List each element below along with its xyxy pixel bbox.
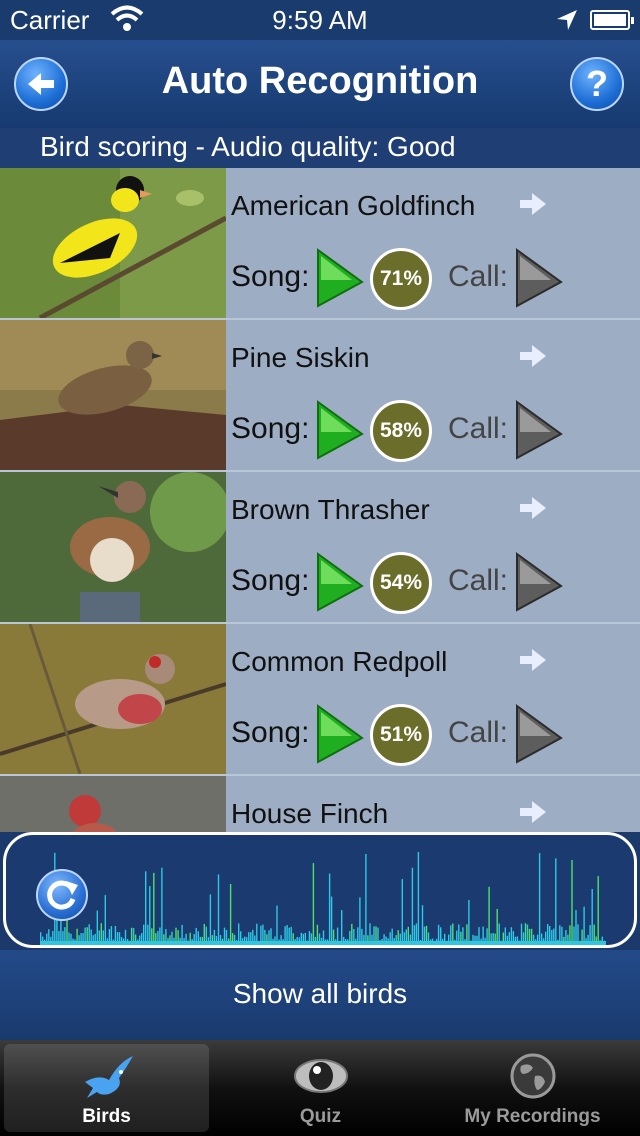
call-label: Call: xyxy=(448,564,509,597)
tab-quiz[interactable]: Quiz xyxy=(218,1044,423,1132)
show-all-birds-button[interactable]: Show all birds xyxy=(0,950,640,1040)
page-title: Auto Recognition xyxy=(161,60,479,102)
detail-arrow-icon[interactable] xyxy=(520,800,546,824)
call-label: Call: xyxy=(448,716,509,749)
tab-label: Quiz xyxy=(299,1106,342,1127)
tab-bar: Birds Quiz My Recordings xyxy=(0,1040,640,1136)
location-arrow-icon xyxy=(557,10,577,30)
play-call-icon[interactable] xyxy=(515,400,563,460)
navigation-bar: Auto Recognition ? xyxy=(0,40,640,129)
play-song-icon[interactable] xyxy=(316,704,364,764)
tab-label: Birds xyxy=(82,1106,131,1127)
bird-list[interactable]: American Goldfinch Song: 71% Call: Pine … xyxy=(0,168,640,832)
tab-my-recordings[interactable]: My Recordings xyxy=(430,1044,635,1132)
call-label: Call: xyxy=(448,260,509,293)
song-label: Song: xyxy=(231,716,310,749)
clock: 9:59 AM xyxy=(272,5,368,35)
list-item[interactable]: Common Redpoll Song: 51% Call: xyxy=(0,624,640,776)
score-badge: 54% xyxy=(370,552,432,614)
play-call-icon[interactable] xyxy=(515,552,563,612)
bird-photo xyxy=(0,320,226,470)
section-header: Bird scoring - Audio quality: Good xyxy=(0,128,640,168)
play-song-icon[interactable] xyxy=(316,400,364,460)
detail-arrow-icon[interactable] xyxy=(520,192,546,216)
eye-icon xyxy=(293,1059,348,1093)
detail-arrow-icon[interactable] xyxy=(520,344,546,368)
bird-name: Common Redpoll xyxy=(231,646,448,677)
bird-photo xyxy=(0,776,226,832)
audio-waveform-panel xyxy=(3,832,637,948)
bird-photo xyxy=(0,168,226,318)
bird-name: House Finch xyxy=(231,798,389,829)
call-label: Call: xyxy=(448,412,509,445)
play-call-icon[interactable] xyxy=(515,248,563,308)
bird-photo xyxy=(0,472,226,622)
score-badge: 51% xyxy=(370,704,432,766)
list-item[interactable]: House Finch xyxy=(0,776,640,832)
bird-name: Pine Siskin xyxy=(231,342,370,373)
detail-arrow-icon[interactable] xyxy=(520,496,546,520)
bird-photo xyxy=(0,624,226,774)
score-badge: 71% xyxy=(370,248,432,310)
section-header-text: Bird scoring - Audio quality: Good xyxy=(40,131,456,162)
battery-icon xyxy=(590,10,634,30)
bird-name: Brown Thrasher xyxy=(231,494,430,525)
play-song-icon[interactable] xyxy=(316,552,364,612)
refresh-button[interactable] xyxy=(36,869,88,921)
song-label: Song: xyxy=(231,260,310,293)
list-item[interactable]: Pine Siskin Song: 58% Call: xyxy=(0,320,640,472)
help-button[interactable]: ? xyxy=(570,57,624,111)
score-badge: 58% xyxy=(370,400,432,462)
play-song-icon[interactable] xyxy=(316,248,364,308)
detail-arrow-icon[interactable] xyxy=(520,648,546,672)
globe-icon xyxy=(510,1053,555,1099)
status-bar: Carrier 9:59 AM xyxy=(0,0,640,40)
tab-label: My Recordings xyxy=(464,1106,601,1127)
song-label: Song: xyxy=(231,412,310,445)
bird-name: American Goldfinch xyxy=(231,190,476,221)
list-item[interactable]: American Goldfinch Song: 71% Call: xyxy=(0,168,640,320)
tab-birds[interactable]: Birds xyxy=(4,1044,209,1132)
list-item[interactable]: Brown Thrasher Song: 54% Call: xyxy=(0,472,640,624)
refresh-icon xyxy=(47,880,78,910)
audio-waveform xyxy=(40,852,606,945)
play-call-icon[interactable] xyxy=(515,704,563,764)
bird-icon xyxy=(84,1056,133,1098)
song-label: Song: xyxy=(231,564,310,597)
